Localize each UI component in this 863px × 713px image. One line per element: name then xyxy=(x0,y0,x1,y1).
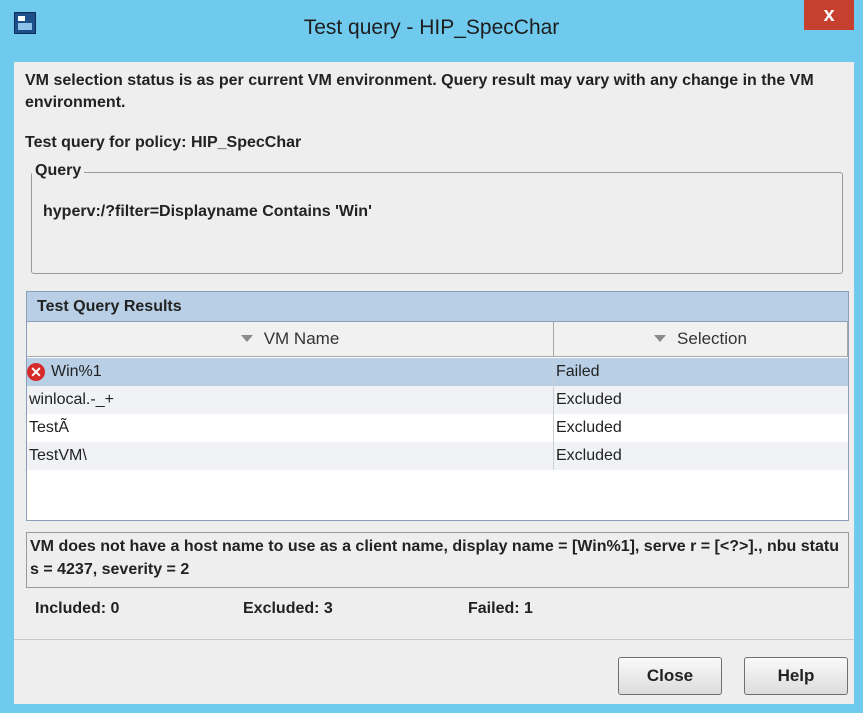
selection-cell: Failed xyxy=(556,363,600,380)
cell-divider xyxy=(553,386,554,414)
dialog-window: Test query - HIP_SpecChar x VM selection… xyxy=(0,0,863,713)
policy-label: Test query for policy: HIP_SpecChar xyxy=(25,134,302,151)
column-header-label: VM Name xyxy=(263,329,340,348)
vm-name-cell: winlocal.-_+ xyxy=(29,391,114,408)
status-message: VM does not have a host name to use as a… xyxy=(26,532,849,588)
table-row[interactable]: TestVM\ Excluded xyxy=(27,442,848,470)
error-icon: ✕ xyxy=(27,363,45,381)
selection-cell: Excluded xyxy=(556,391,622,408)
separator xyxy=(14,639,854,640)
cell-divider xyxy=(553,414,554,442)
included-count: Included: 0 xyxy=(35,600,120,617)
column-header-vm-name[interactable]: VM Name xyxy=(27,322,554,357)
results-header: Test Query Results xyxy=(27,292,848,322)
table-row[interactable]: winlocal.-_+ Excluded xyxy=(27,386,848,414)
query-legend: Query xyxy=(32,162,85,180)
help-button-label: Help xyxy=(777,666,815,685)
column-header-selection[interactable]: Selection xyxy=(554,322,848,357)
vm-name-cell: TestVM\ xyxy=(29,447,87,464)
excluded-count: Excluded: 3 xyxy=(243,600,333,617)
cell-divider xyxy=(553,442,554,470)
vm-name-cell: TestÃ xyxy=(29,419,70,436)
vm-name-cell: Win%1 xyxy=(51,363,102,380)
close-button[interactable]: Close xyxy=(618,657,722,695)
help-button[interactable]: Help xyxy=(744,657,848,695)
title-bar[interactable]: Test query - HIP_SpecChar x xyxy=(0,0,863,62)
table-row[interactable]: ✕ Win%1 Failed xyxy=(27,358,848,386)
selection-cell: Excluded xyxy=(556,447,622,464)
window-close-button[interactable]: x xyxy=(804,0,854,30)
window-title: Test query - HIP_SpecChar xyxy=(303,16,560,39)
sort-triangle-icon xyxy=(654,335,667,342)
query-text: hyperv:/?filter=Displayname Contains 'Wi… xyxy=(43,203,372,220)
environment-message: VM selection status is as per current VM… xyxy=(25,72,814,111)
sort-triangle-icon xyxy=(240,335,253,342)
failed-count: Failed: 1 xyxy=(468,600,533,617)
close-button-label: Close xyxy=(646,666,694,685)
results-panel: Test Query Results VM Name Selection ✕ W… xyxy=(26,291,849,521)
selection-cell: Excluded xyxy=(556,419,622,436)
query-group: hyperv:/?filter=Displayname Contains 'Wi… xyxy=(31,172,843,274)
dialog-content: VM selection status is as per current VM… xyxy=(14,62,854,704)
table-row[interactable]: TestÃ Excluded xyxy=(27,414,848,442)
column-header-label: Selection xyxy=(677,329,747,348)
cell-divider xyxy=(553,358,554,386)
